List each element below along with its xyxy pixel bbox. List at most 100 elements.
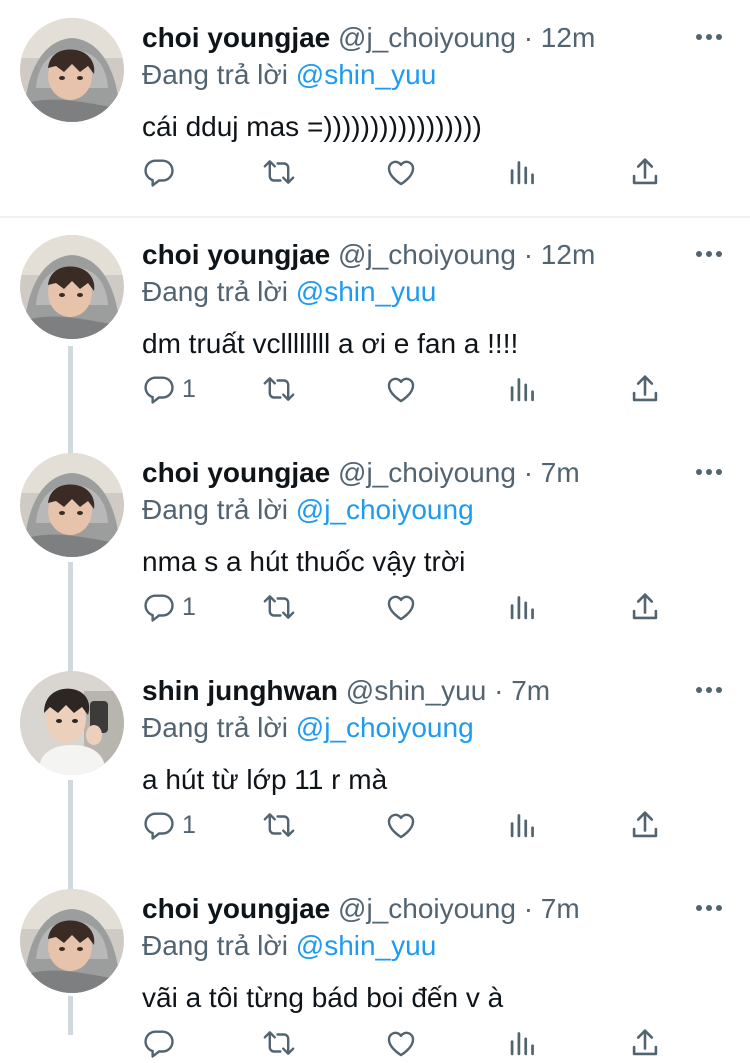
display-name[interactable]: shin junghwan	[142, 675, 338, 706]
more-icon[interactable]	[696, 687, 722, 695]
reply-icon	[144, 812, 174, 840]
display-name[interactable]: choi youngjae	[142, 893, 330, 924]
retweet-icon	[263, 377, 295, 401]
views-button[interactable]	[508, 369, 538, 409]
separator-dot: ·	[523, 457, 534, 488]
reply-prefix: Đang trả lời	[142, 276, 288, 307]
retweet-icon	[263, 595, 295, 619]
reply-mention-link[interactable]: @shin_yuu	[296, 930, 437, 961]
hoodie-portrait-icon	[20, 453, 124, 557]
more-icon[interactable]	[696, 905, 722, 913]
tweet[interactable]: choi youngjae @j_choiyoung · 12m Đang tr…	[0, 0, 750, 216]
like-button[interactable]	[384, 587, 418, 627]
tweet-header: choi youngjae @j_choiyoung · 12m	[142, 238, 595, 272]
tweet-actions	[142, 152, 682, 192]
retweet-button[interactable]	[260, 805, 298, 845]
like-button[interactable]	[384, 805, 418, 845]
tweet-actions: 1	[142, 805, 682, 845]
reply-button[interactable]: 1	[142, 369, 196, 409]
reply-mention-link[interactable]: @shin_yuu	[296, 59, 437, 90]
reply-icon	[144, 159, 174, 187]
share-button[interactable]	[630, 369, 660, 409]
reply-button[interactable]	[142, 152, 182, 192]
tweet-text: cái dduj mas =)))))))))))))))))	[142, 111, 482, 142]
user-handle[interactable]: @shin_yuu	[346, 675, 487, 706]
share-icon	[632, 1029, 658, 1056]
reply-count: 1	[182, 592, 196, 621]
display-name[interactable]: choi youngjae	[142, 22, 330, 53]
avatar[interactable]	[20, 235, 124, 339]
tweet[interactable]: shin junghwan @shin_yuu · 7m Đang trả lờ…	[0, 653, 750, 871]
timestamp[interactable]: 7m	[541, 893, 580, 924]
tweet-actions: 1	[142, 587, 682, 627]
tweet-header: choi youngjae @j_choiyoung · 7m	[142, 456, 580, 490]
reply-button[interactable]: 1	[142, 587, 196, 627]
tweet[interactable]: choi youngjae @j_choiyoung · 7m Đang trả…	[0, 435, 750, 653]
share-button[interactable]	[630, 587, 660, 627]
like-button[interactable]	[384, 369, 418, 409]
reply-prefix: Đang trả lời	[142, 59, 288, 90]
retweet-icon	[263, 813, 295, 837]
avatar[interactable]	[20, 671, 124, 775]
views-icon	[510, 161, 534, 185]
reply-mention-link[interactable]: @j_choiyoung	[296, 712, 474, 743]
reply-icon	[144, 594, 174, 622]
reply-context: Đang trả lời @shin_yuu	[142, 929, 436, 963]
more-icon[interactable]	[696, 251, 722, 259]
more-icon[interactable]	[696, 469, 722, 477]
like-button[interactable]	[384, 152, 418, 192]
views-icon	[510, 814, 534, 838]
tweet-text: vãi a tôi từng bád boi đến v à	[142, 982, 504, 1013]
tweet-text: a hút từ lớp 11 r mà	[142, 764, 388, 795]
tweet-text: dm truất vcllllllll a ơi e fan a !!!!	[142, 328, 519, 359]
hoodie-portrait-icon	[20, 18, 124, 122]
views-button[interactable]	[508, 587, 538, 627]
user-handle[interactable]: @j_choiyoung	[338, 239, 516, 270]
tweet[interactable]: choi youngjae @j_choiyoung · 12m Đang tr…	[0, 217, 750, 435]
views-button[interactable]	[508, 805, 538, 845]
user-handle[interactable]: @j_choiyoung	[338, 457, 516, 488]
retweet-button[interactable]	[260, 152, 298, 192]
share-button[interactable]	[630, 805, 660, 845]
more-icon[interactable]	[696, 34, 722, 42]
reply-mention-link[interactable]: @j_choiyoung	[296, 494, 474, 525]
retweet-button[interactable]	[260, 1023, 298, 1063]
avatar[interactable]	[20, 889, 124, 993]
tweet-actions: 1	[142, 369, 682, 409]
reply-icon	[144, 376, 174, 404]
reply-button[interactable]: 1	[142, 805, 196, 845]
share-button[interactable]	[630, 152, 660, 192]
tweet[interactable]: choi youngjae @j_choiyoung · 7m Đang trả…	[0, 871, 750, 1058]
timestamp[interactable]: 12m	[541, 239, 595, 270]
retweet-button[interactable]	[260, 587, 298, 627]
reply-button[interactable]	[142, 1023, 182, 1063]
display-name[interactable]: choi youngjae	[142, 457, 330, 488]
retweet-button[interactable]	[260, 369, 298, 409]
tweet-text: nma s a hút thuốc vậy trời	[142, 546, 466, 577]
hoodie-portrait-icon	[20, 889, 124, 993]
timestamp[interactable]: 7m	[541, 457, 580, 488]
reply-count: 1	[182, 810, 196, 839]
like-button[interactable]	[384, 1023, 418, 1063]
like-icon	[387, 160, 415, 186]
reply-prefix: Đang trả lời	[142, 494, 288, 525]
avatar[interactable]	[20, 18, 124, 122]
views-button[interactable]	[508, 1023, 538, 1063]
views-button[interactable]	[508, 152, 538, 192]
reply-context: Đang trả lời @shin_yuu	[142, 58, 436, 92]
separator-dot: ·	[523, 893, 534, 924]
views-icon	[510, 378, 534, 402]
views-icon	[510, 596, 534, 620]
user-handle[interactable]: @j_choiyoung	[338, 893, 516, 924]
timestamp[interactable]: 7m	[511, 675, 550, 706]
avatar[interactable]	[20, 453, 124, 557]
separator-dot: ·	[523, 22, 534, 53]
reply-mention-link[interactable]: @shin_yuu	[296, 276, 437, 307]
views-icon	[510, 1032, 534, 1056]
reply-prefix: Đang trả lời	[142, 712, 288, 743]
share-button[interactable]	[630, 1023, 660, 1063]
display-name[interactable]: choi youngjae	[142, 239, 330, 270]
reply-count: 1	[182, 374, 196, 403]
timestamp[interactable]: 12m	[541, 22, 595, 53]
user-handle[interactable]: @j_choiyoung	[338, 22, 516, 53]
